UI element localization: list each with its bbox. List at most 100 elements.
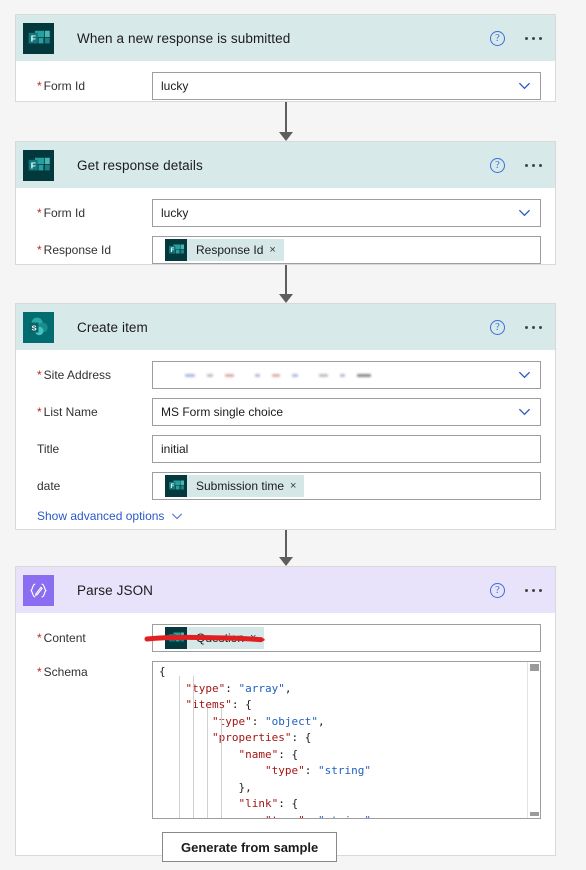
code-token: : {: [291, 731, 312, 744]
menu-dot: [532, 36, 535, 40]
card-title: When a new response is submitted: [77, 30, 291, 46]
code-token: : {: [231, 698, 252, 711]
indent-guide: [221, 708, 222, 818]
help-icon[interactable]: ?: [490, 319, 505, 335]
help-icon[interactable]: ?: [490, 157, 505, 173]
code-token: : {: [278, 747, 299, 761]
indent-guide: [179, 676, 180, 818]
required-asterisk: *: [37, 368, 42, 382]
field-label-text: Form Id: [43, 79, 86, 93]
token-field[interactable]: F Response Id ×: [152, 236, 541, 264]
required-asterisk: *: [37, 79, 42, 93]
more-commands-icon[interactable]: [525, 588, 542, 592]
dynamic-content-token[interactable]: F Submission time ×: [165, 475, 305, 497]
schema-editor[interactable]: { "type": "array", "items": { "type": "o…: [152, 661, 541, 819]
more-commands-icon[interactable]: [525, 325, 542, 329]
chevron-down-icon[interactable]: [518, 368, 531, 381]
menu-dot: [539, 163, 542, 167]
dropdown-input[interactable]: MS Form single choice: [152, 398, 541, 426]
menu-dot: [539, 36, 542, 40]
schema-code: { "type": "array", "items": { "type": "o…: [153, 662, 540, 818]
help-icon[interactable]: ?: [490, 582, 505, 598]
field-value: lucky: [161, 79, 189, 93]
field-row-list-name: * List Name MS Form single choice: [16, 398, 555, 426]
code-line: {: [159, 664, 540, 681]
field-row-site-address: * Site Address: [16, 361, 555, 389]
card-body: * Content F Question × * Schema{ "type": "arra…: [16, 613, 555, 862]
field-row-content: * Content F Question ×: [16, 624, 555, 652]
required-asterisk: *: [37, 206, 42, 220]
action-card-get-response-details[interactable]: F Get response details? * Form Id lucky * Resp…: [15, 141, 556, 265]
field-label: * Schema: [27, 661, 152, 679]
field-label: date: [27, 479, 152, 493]
code-token: "type": [264, 764, 305, 777]
dropdown-input[interactable]: [152, 361, 541, 389]
code-token: "type": [185, 681, 226, 695]
action-card-create-item[interactable]: S Create item? * Site Address * List Name MS F…: [15, 303, 556, 530]
dropdown-input[interactable]: lucky: [152, 199, 541, 227]
microsoft-forms-icon: F: [165, 475, 187, 497]
redacted-fragment: [340, 373, 345, 377]
svg-text:S: S: [31, 323, 36, 332]
action-card-when-a-new-response-is-submitted[interactable]: F When a new response is submitted? * Form …: [15, 14, 556, 102]
menu-dot: [532, 588, 535, 592]
header-actions: ?: [490, 567, 542, 613]
schema-scrollbar[interactable]: [527, 662, 540, 818]
dropdown-input[interactable]: lucky: [152, 72, 541, 100]
connector-arrowhead: [279, 132, 293, 141]
chevron-down-icon[interactable]: [518, 206, 531, 219]
connector-arrowhead: [279, 557, 293, 566]
menu-dot: [525, 163, 528, 167]
field-label: * List Name: [27, 405, 152, 419]
code-token: "properties": [211, 731, 292, 744]
field-row-form-id: * Form Id lucky: [16, 72, 555, 100]
chevron-down-icon[interactable]: [171, 510, 183, 522]
code-token: "link": [238, 797, 279, 810]
redacted-value: [185, 373, 371, 377]
code-token: "name": [238, 747, 279, 761]
text-input[interactable]: initial: [152, 435, 541, 463]
code-token: "array": [238, 681, 285, 695]
help-icon[interactable]: ?: [490, 30, 505, 46]
header-actions: ?: [490, 15, 542, 61]
code-token: "object": [264, 714, 318, 728]
dynamic-content-token[interactable]: F Question ×: [165, 627, 265, 649]
advanced-options-label: Show advanced options: [37, 509, 165, 523]
code-token: ,: [317, 714, 325, 728]
action-card-parse-json[interactable]: Parse JSON? * Content F Question × * Schema{ "t…: [15, 566, 556, 862]
token-field[interactable]: F Question ×: [152, 624, 541, 652]
flow-connector: [279, 530, 293, 566]
field-row-response-id: * Response Id F Response Id ×: [16, 236, 555, 264]
field-label-text: Site Address: [43, 368, 112, 382]
chevron-down-icon[interactable]: [518, 405, 531, 418]
connector-arrowhead: [279, 294, 293, 303]
dynamic-content-token[interactable]: F Response Id ×: [165, 239, 284, 261]
token-remove-icon[interactable]: ×: [250, 632, 264, 644]
more-commands-icon[interactable]: [525, 163, 542, 167]
menu-dot: [532, 163, 535, 167]
chevron-down-icon[interactable]: [518, 79, 531, 92]
code-line: "type": "array",: [159, 681, 540, 698]
code-token: :: [225, 681, 239, 695]
scroll-up-arrow[interactable]: [530, 664, 539, 671]
token-field[interactable]: F Submission time ×: [152, 472, 541, 500]
card-header: S Create item?: [16, 304, 555, 350]
redacted-fragment: [225, 373, 234, 377]
show-advanced-options-link[interactable]: Show advanced options: [16, 509, 555, 523]
card-header: Parse JSON?: [16, 567, 555, 613]
generate-from-sample-button[interactable]: Generate from sample: [162, 832, 338, 862]
token-remove-icon[interactable]: ×: [290, 480, 304, 492]
header-actions: ?: [490, 142, 542, 188]
scroll-down-arrow[interactable]: [530, 812, 539, 816]
more-commands-icon[interactable]: [525, 36, 542, 40]
sharepoint-icon: S: [16, 304, 60, 350]
indent-guide: [193, 676, 194, 818]
field-label-text: Title: [37, 442, 60, 456]
token-remove-icon[interactable]: ×: [269, 244, 283, 256]
